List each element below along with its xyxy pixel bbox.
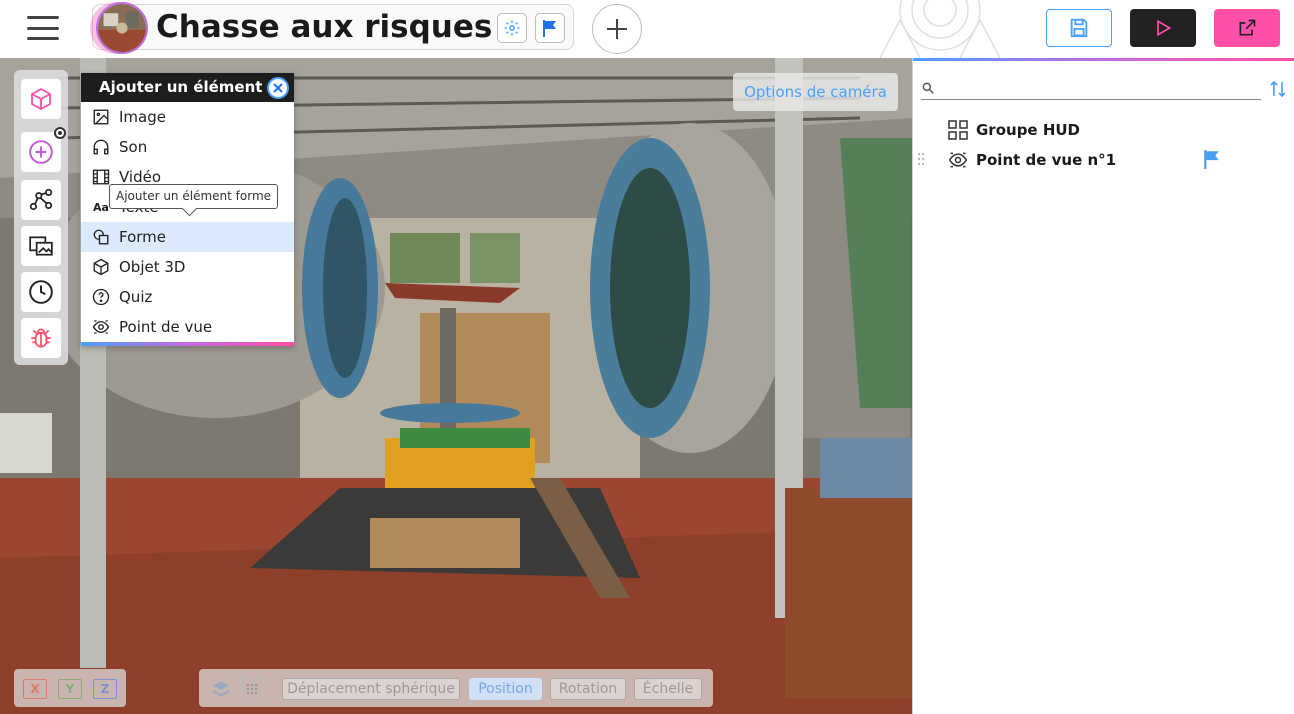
image-icon	[91, 107, 111, 127]
play-icon	[1157, 19, 1172, 37]
camera-options-button[interactable]: Options de caméra	[733, 73, 898, 111]
tree-item-viewpoint[interactable]: Point de vue n°1	[947, 147, 1116, 173]
menu-item-label: Point de vue	[119, 318, 213, 336]
menu-item-shape[interactable]: Forme	[81, 222, 294, 252]
tool-add-element-button[interactable]	[21, 127, 66, 172]
project-settings-button[interactable]	[497, 13, 527, 43]
tree-item-label: Point de vue n°1	[976, 151, 1117, 169]
menu-item-3d-object[interactable]: Objet 3D	[81, 252, 294, 282]
film-icon	[91, 167, 111, 187]
rotation-button[interactable]: Rotation	[550, 678, 626, 700]
tool-media-button[interactable]	[21, 226, 61, 266]
tool-timeline-button[interactable]	[21, 272, 61, 312]
cube-icon	[31, 87, 51, 111]
external-link-icon	[1239, 19, 1256, 36]
tree-item-hud-group[interactable]: Groupe HUD	[947, 117, 1080, 143]
play-button[interactable]	[1130, 9, 1196, 47]
menu-item-image[interactable]: Image	[81, 102, 294, 132]
scale-button[interactable]: Échelle	[634, 678, 702, 700]
layers-button[interactable]	[209, 677, 233, 701]
search-icon	[922, 82, 934, 94]
shapes-icon	[91, 227, 111, 247]
tool-debug-button[interactable]	[21, 318, 61, 358]
cube-icon	[91, 257, 111, 277]
left-toolbar	[14, 70, 68, 365]
menu-item-sound[interactable]: Son	[81, 132, 294, 162]
menu-item-label: Quiz	[119, 288, 153, 306]
save-button[interactable]	[1046, 9, 1112, 47]
transform-mode-bar: Déplacement sphérique Position Rotation …	[199, 669, 713, 707]
grid-dots-icon	[246, 683, 258, 695]
plus-circle-icon	[29, 140, 53, 164]
eye-icon	[947, 149, 969, 171]
media-icon	[29, 236, 53, 256]
axis-x-button[interactable]: X	[23, 679, 47, 699]
menu-item-label: Objet 3D	[119, 258, 186, 276]
publish-button[interactable]	[1214, 9, 1280, 47]
panel-gradient-bar	[81, 342, 294, 346]
position-button[interactable]: Position	[469, 678, 542, 700]
save-icon	[1070, 18, 1088, 38]
menu-item-quiz[interactable]: Quiz	[81, 282, 294, 312]
spherical-move-button[interactable]: Déplacement sphérique	[282, 678, 460, 700]
grid-icon	[947, 119, 969, 141]
add-element-panel-header: Ajouter un élément	[81, 73, 294, 102]
scene-tree-panel: Groupe HUD Point de vue n°1	[912, 58, 1294, 714]
project-title: Chasse aux risques	[156, 9, 493, 45]
eye-icon	[91, 317, 111, 337]
close-icon	[273, 83, 283, 93]
grid-snap-button[interactable]	[240, 677, 264, 701]
tool-3d-object-button[interactable]	[21, 79, 61, 119]
layers-icon	[212, 681, 230, 697]
tool-graph-button[interactable]	[21, 180, 61, 220]
drag-handle-icon[interactable]	[917, 151, 925, 167]
search-input[interactable]	[941, 81, 1251, 97]
sort-icon[interactable]	[1270, 80, 1286, 98]
panel-gradient-bar	[913, 58, 1294, 61]
add-scene-button[interactable]	[592, 4, 642, 54]
axis-toggle-bar: X Y Z	[14, 669, 126, 707]
tree-item-label: Groupe HUD	[976, 121, 1081, 139]
flag-icon[interactable]	[1203, 149, 1221, 169]
clock-icon	[29, 280, 53, 304]
app-header: Chasse aux risques	[0, 0, 1294, 58]
close-panel-button[interactable]	[267, 77, 289, 99]
axis-y-button[interactable]: Y	[58, 679, 82, 699]
header-pattern-decoration	[879, 0, 1001, 58]
headphones-icon	[91, 137, 111, 157]
text-icon: Aa	[93, 200, 109, 214]
shape-tooltip: Ajouter un élément forme	[109, 184, 279, 209]
question-icon	[91, 287, 111, 307]
scene-search	[921, 78, 1261, 100]
menu-item-label: Image	[119, 108, 166, 126]
menu-item-label: Forme	[119, 228, 167, 246]
bug-icon	[31, 328, 51, 348]
plus-icon	[607, 19, 627, 39]
menu-item-label: Son	[119, 138, 148, 156]
menu-item-viewpoint[interactable]: Point de vue	[81, 312, 294, 342]
axis-z-button[interactable]: Z	[93, 679, 117, 699]
menu-icon[interactable]	[27, 16, 59, 40]
nodes-icon	[29, 188, 53, 211]
flag-icon	[543, 20, 556, 37]
active-indicator-dot	[54, 127, 66, 139]
gear-icon	[504, 20, 520, 36]
add-element-title: Ajouter un élément	[99, 78, 263, 96]
project-flag-button[interactable]	[535, 13, 565, 43]
project-thumbnail[interactable]	[96, 2, 148, 54]
